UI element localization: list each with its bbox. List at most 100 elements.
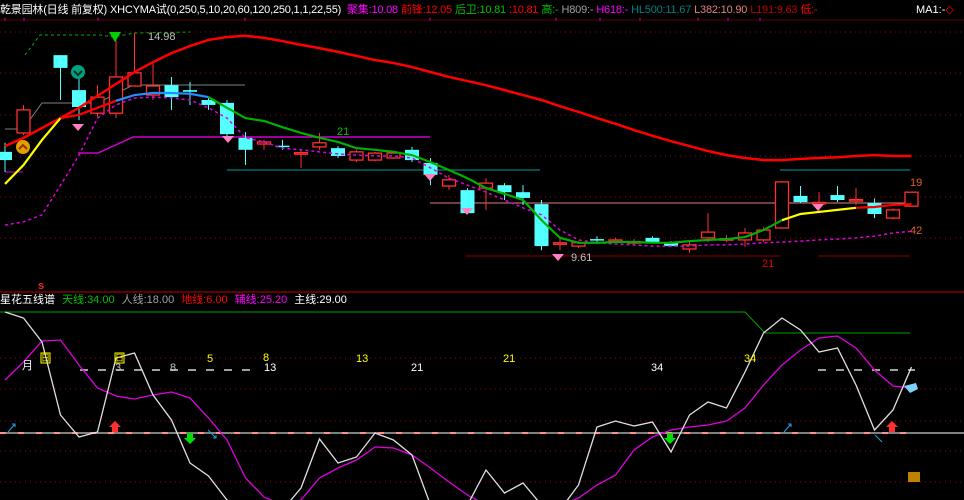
header-field: 前锋:12.05 [401, 4, 452, 16]
right-label-bottom: 42 [910, 225, 923, 237]
arrow-down-right-icon [874, 434, 883, 443]
low-price-label: 9.61 [571, 252, 593, 264]
header-field: 聚集:10.08 [347, 4, 398, 16]
candle-body-down [0, 151, 12, 161]
candle-body-down [645, 237, 660, 242]
fib-num-yellow: 8 [263, 352, 270, 364]
candle-body-up [700, 231, 716, 239]
lower-field: 人线:18.00 [122, 294, 175, 306]
gridlines [0, 18, 964, 483]
header-field: L191:9.63 [750, 4, 797, 16]
header-field-label: HL500: [631, 4, 666, 16]
lower-field: 地线:6.00 [181, 294, 227, 306]
diamond-icon [904, 383, 918, 393]
header-field-label: L382: [694, 4, 721, 16]
fib-num-white: 8 [170, 362, 177, 374]
red-up-arrow-icon [886, 421, 898, 432]
header-field: :10.81 [509, 4, 539, 16]
candle-body-up [885, 209, 901, 219]
candle-body-down [867, 202, 882, 214]
lower-field-label: 天线: [62, 294, 88, 306]
gem-icon [812, 204, 824, 211]
header-field-value: 10.08 [371, 4, 398, 16]
green-down-arrow-icon [184, 433, 196, 444]
header-field: HL500:11.67 [631, 4, 691, 16]
buy-chevron-icon [16, 140, 30, 154]
lower-field: 辅线:25.20 [235, 294, 288, 306]
candle [16, 104, 31, 135]
candle-body-up [312, 142, 327, 148]
ma1-field: MA1:-◇ [916, 2, 962, 18]
header-field-value: 11.67 [665, 4, 692, 16]
lower-field-value: 6.00 [206, 294, 228, 306]
candle [441, 174, 457, 191]
header-field-value: - [624, 4, 629, 16]
header-field: H618:- [596, 4, 628, 16]
count-label-green: 21 [337, 126, 350, 138]
indicator-name: XHCYMA试(0,250,5,10,20,60,120,250,1,1,22,… [109, 4, 342, 16]
candle [830, 186, 845, 203]
candle-body-down [793, 195, 808, 203]
candle-body-down [183, 90, 197, 92]
chart-header: 乾景园林(日线 前复权) XHCYMA试(0,250,5,10,20,60,120… [0, 2, 912, 18]
candle [700, 213, 716, 242]
day-box-label: 日 [41, 353, 51, 363]
header-field-value: - [555, 4, 559, 16]
chart-canvas[interactable] [0, 0, 964, 500]
lower-field-label: 主线: [294, 294, 320, 306]
sell-triangle-icon [109, 32, 121, 42]
ma1-label: MA1: [916, 4, 942, 16]
lower-panel-header: 星花五线谱 天线:34.00 人线:18.00 地线:6.00 辅线:25.20 主线:2… [0, 292, 361, 308]
fib-num-white: 21 [411, 362, 424, 374]
header-field-label: L191: [750, 4, 777, 16]
candle [885, 208, 901, 220]
header-field-label: 前锋: [400, 4, 426, 16]
gem-icon [222, 136, 234, 143]
candle-body-down [164, 85, 179, 98]
gem-icon [72, 124, 84, 131]
candle [0, 142, 12, 173]
candle [811, 192, 827, 214]
lower-field: 天线:34.00 [62, 294, 115, 306]
candle [331, 146, 345, 159]
lower-field-label: 辅线: [234, 294, 260, 306]
lower-field-value: 29.00 [319, 294, 347, 306]
candle [293, 149, 309, 168]
header-field: 高:- [541, 4, 558, 16]
candle-body-up [811, 201, 827, 205]
signal-icons [7, 32, 920, 482]
header-field-value: 10.81 [479, 4, 506, 16]
candle-body-up [16, 109, 31, 134]
gem-icon [552, 254, 564, 261]
header-field-value: 10.81 [511, 4, 539, 16]
header-field-label: 后卫: [454, 4, 480, 16]
red-up-arrow-icon [109, 421, 121, 432]
lower-field: 主线:29.00 [294, 294, 347, 306]
fib-num-yellow: 21 [503, 353, 516, 365]
lower-header-fields: 天线:34.00 人线:18.00 地线:6.00 辅线:25.20 主线:29.00 [62, 294, 354, 306]
header-field-value: - [814, 4, 818, 16]
fib-num-yellow: 5 [207, 353, 214, 365]
s-marker: s [38, 280, 45, 292]
candle [127, 32, 142, 87]
candle-body-up [386, 152, 401, 159]
header-field-label: H809: [561, 4, 590, 16]
header-field: 低:- [800, 4, 817, 16]
lower-field-label: 地线: [181, 294, 207, 306]
right-label-top: 19 [910, 177, 923, 189]
count-label-red: 21 [762, 258, 775, 270]
header-field: L382:10.90 [694, 4, 747, 16]
candle [90, 85, 105, 117]
lower-indicator-title: 星花五线谱 [0, 294, 55, 306]
candle-body-down [830, 195, 845, 200]
candle-body-down [590, 239, 604, 241]
main-line [4, 311, 913, 500]
candle-body-up [552, 242, 568, 245]
short-ma-segment [4, 117, 62, 185]
header-field-label: 聚集: [346, 4, 372, 16]
header-field-label: 高: [541, 4, 556, 16]
candle-body-down [516, 192, 530, 198]
header-fields: 聚集:10.08 前锋:12.05 后卫:10.81:10.81 高:- H809:- H… [347, 4, 821, 16]
lower-field-value: 18.00 [146, 294, 175, 306]
candle [682, 241, 697, 254]
